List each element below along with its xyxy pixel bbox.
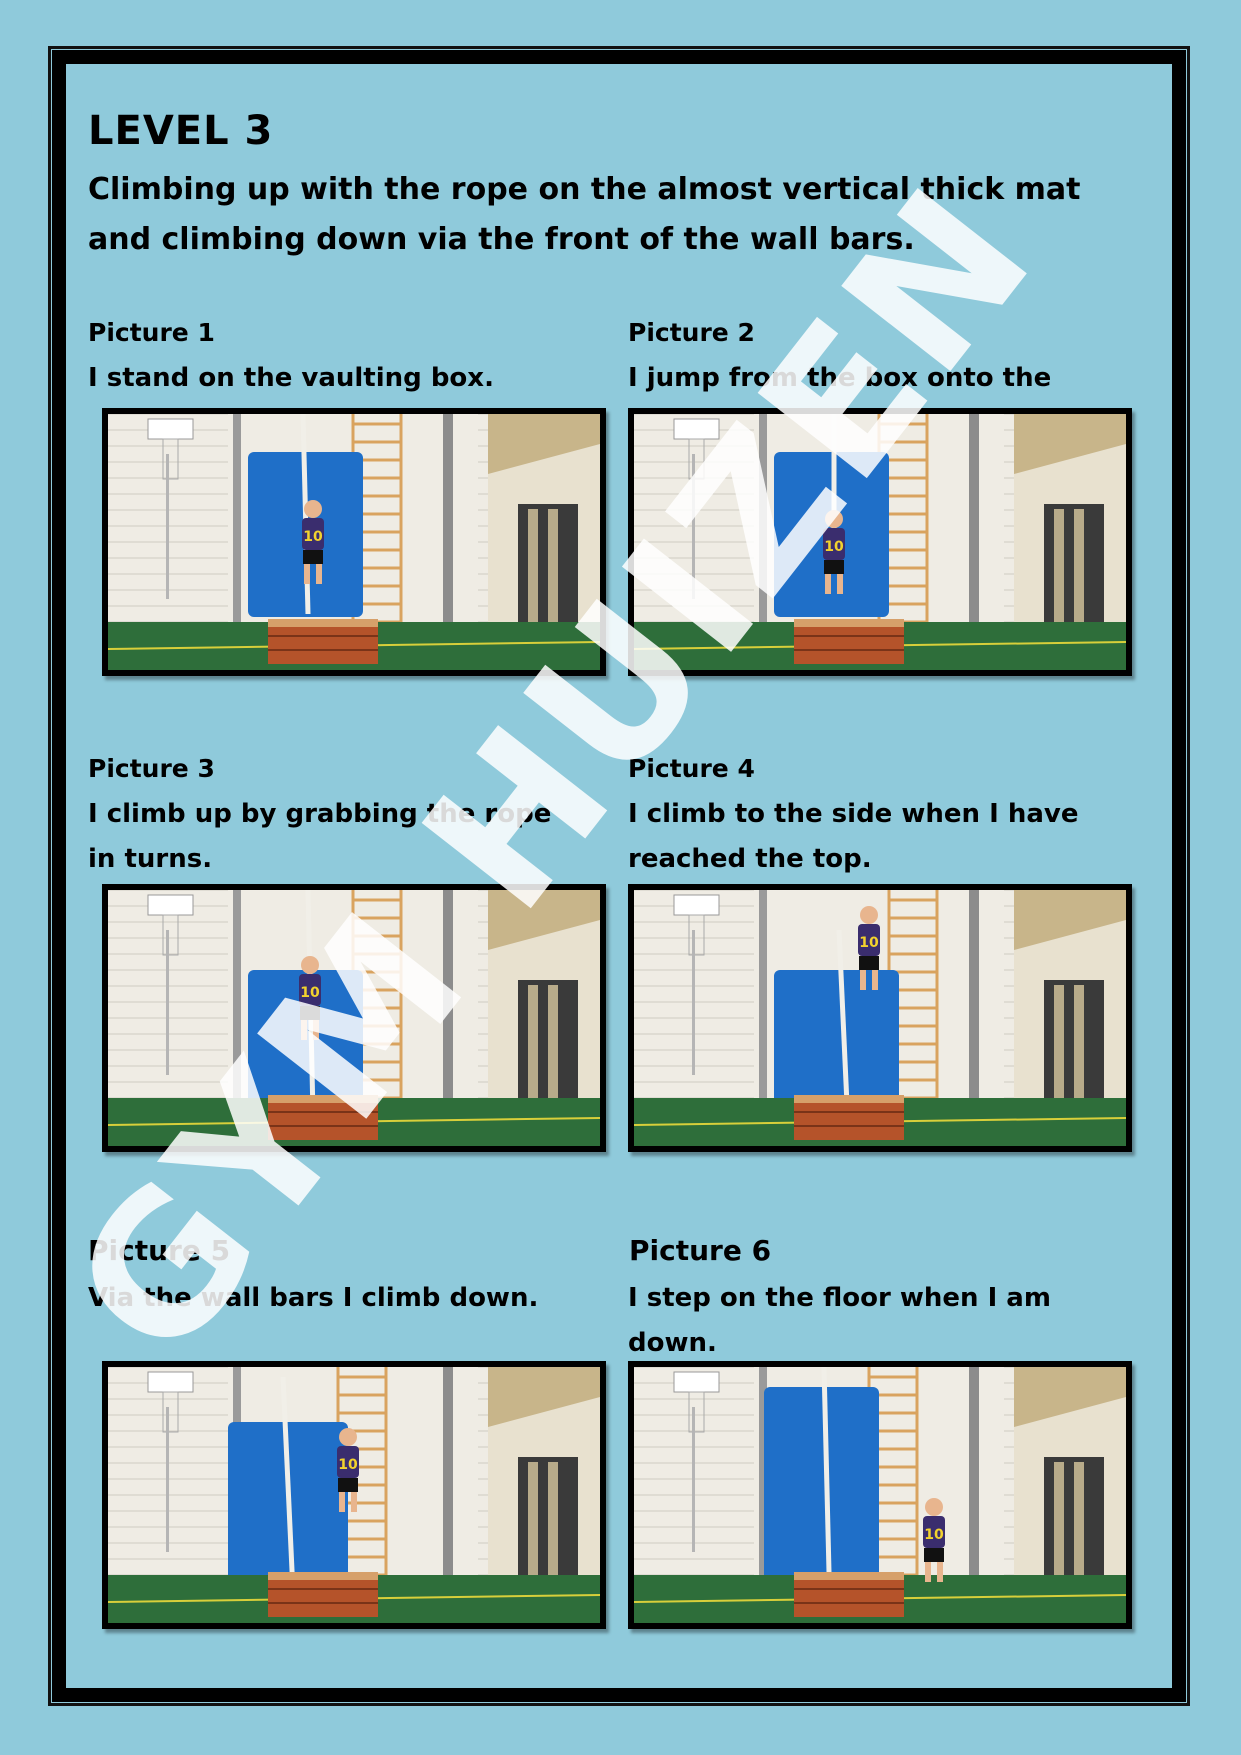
svg-text:10: 10 — [859, 935, 879, 951]
picture-1-caption: I stand on the vaulting box. — [88, 363, 494, 393]
picture-6-photo: 10 — [628, 1361, 1132, 1629]
svg-text:10: 10 — [824, 539, 844, 555]
picture-5-photo: 10 — [102, 1361, 606, 1629]
picture-3-caption: I climb up by grabbing the rope in turns… — [88, 799, 552, 874]
picture-2-photo: 10 — [628, 408, 1132, 676]
picture-6-caption: I step on the floor when I am down. — [628, 1283, 1051, 1358]
picture-5-label: Picture 5 — [88, 1234, 231, 1267]
picture-4-photo: 10 — [628, 884, 1132, 1152]
level-title: LEVEL 3 — [88, 108, 274, 154]
svg-text:10: 10 — [300, 985, 320, 1001]
picture-5-caption: Via the wall bars I climb down. — [88, 1283, 539, 1313]
picture-1-photo: 10 — [102, 408, 606, 676]
picture-1-label: Picture 1 — [88, 318, 215, 347]
picture-4-label: Picture 4 — [628, 754, 755, 783]
picture-3-photo: 10 — [102, 884, 606, 1152]
picture-2-label: Picture 2 — [628, 318, 755, 347]
svg-text:10: 10 — [338, 1457, 358, 1473]
picture-6-label: Picture 6 — [629, 1234, 772, 1267]
svg-text:10: 10 — [924, 1527, 944, 1543]
level-description: Climbing up with the rope on the almost … — [88, 172, 1081, 257]
svg-text:10: 10 — [303, 529, 323, 545]
picture-3-label: Picture 3 — [88, 754, 215, 783]
picture-4-caption: I climb to the side when I have reached … — [628, 799, 1079, 874]
